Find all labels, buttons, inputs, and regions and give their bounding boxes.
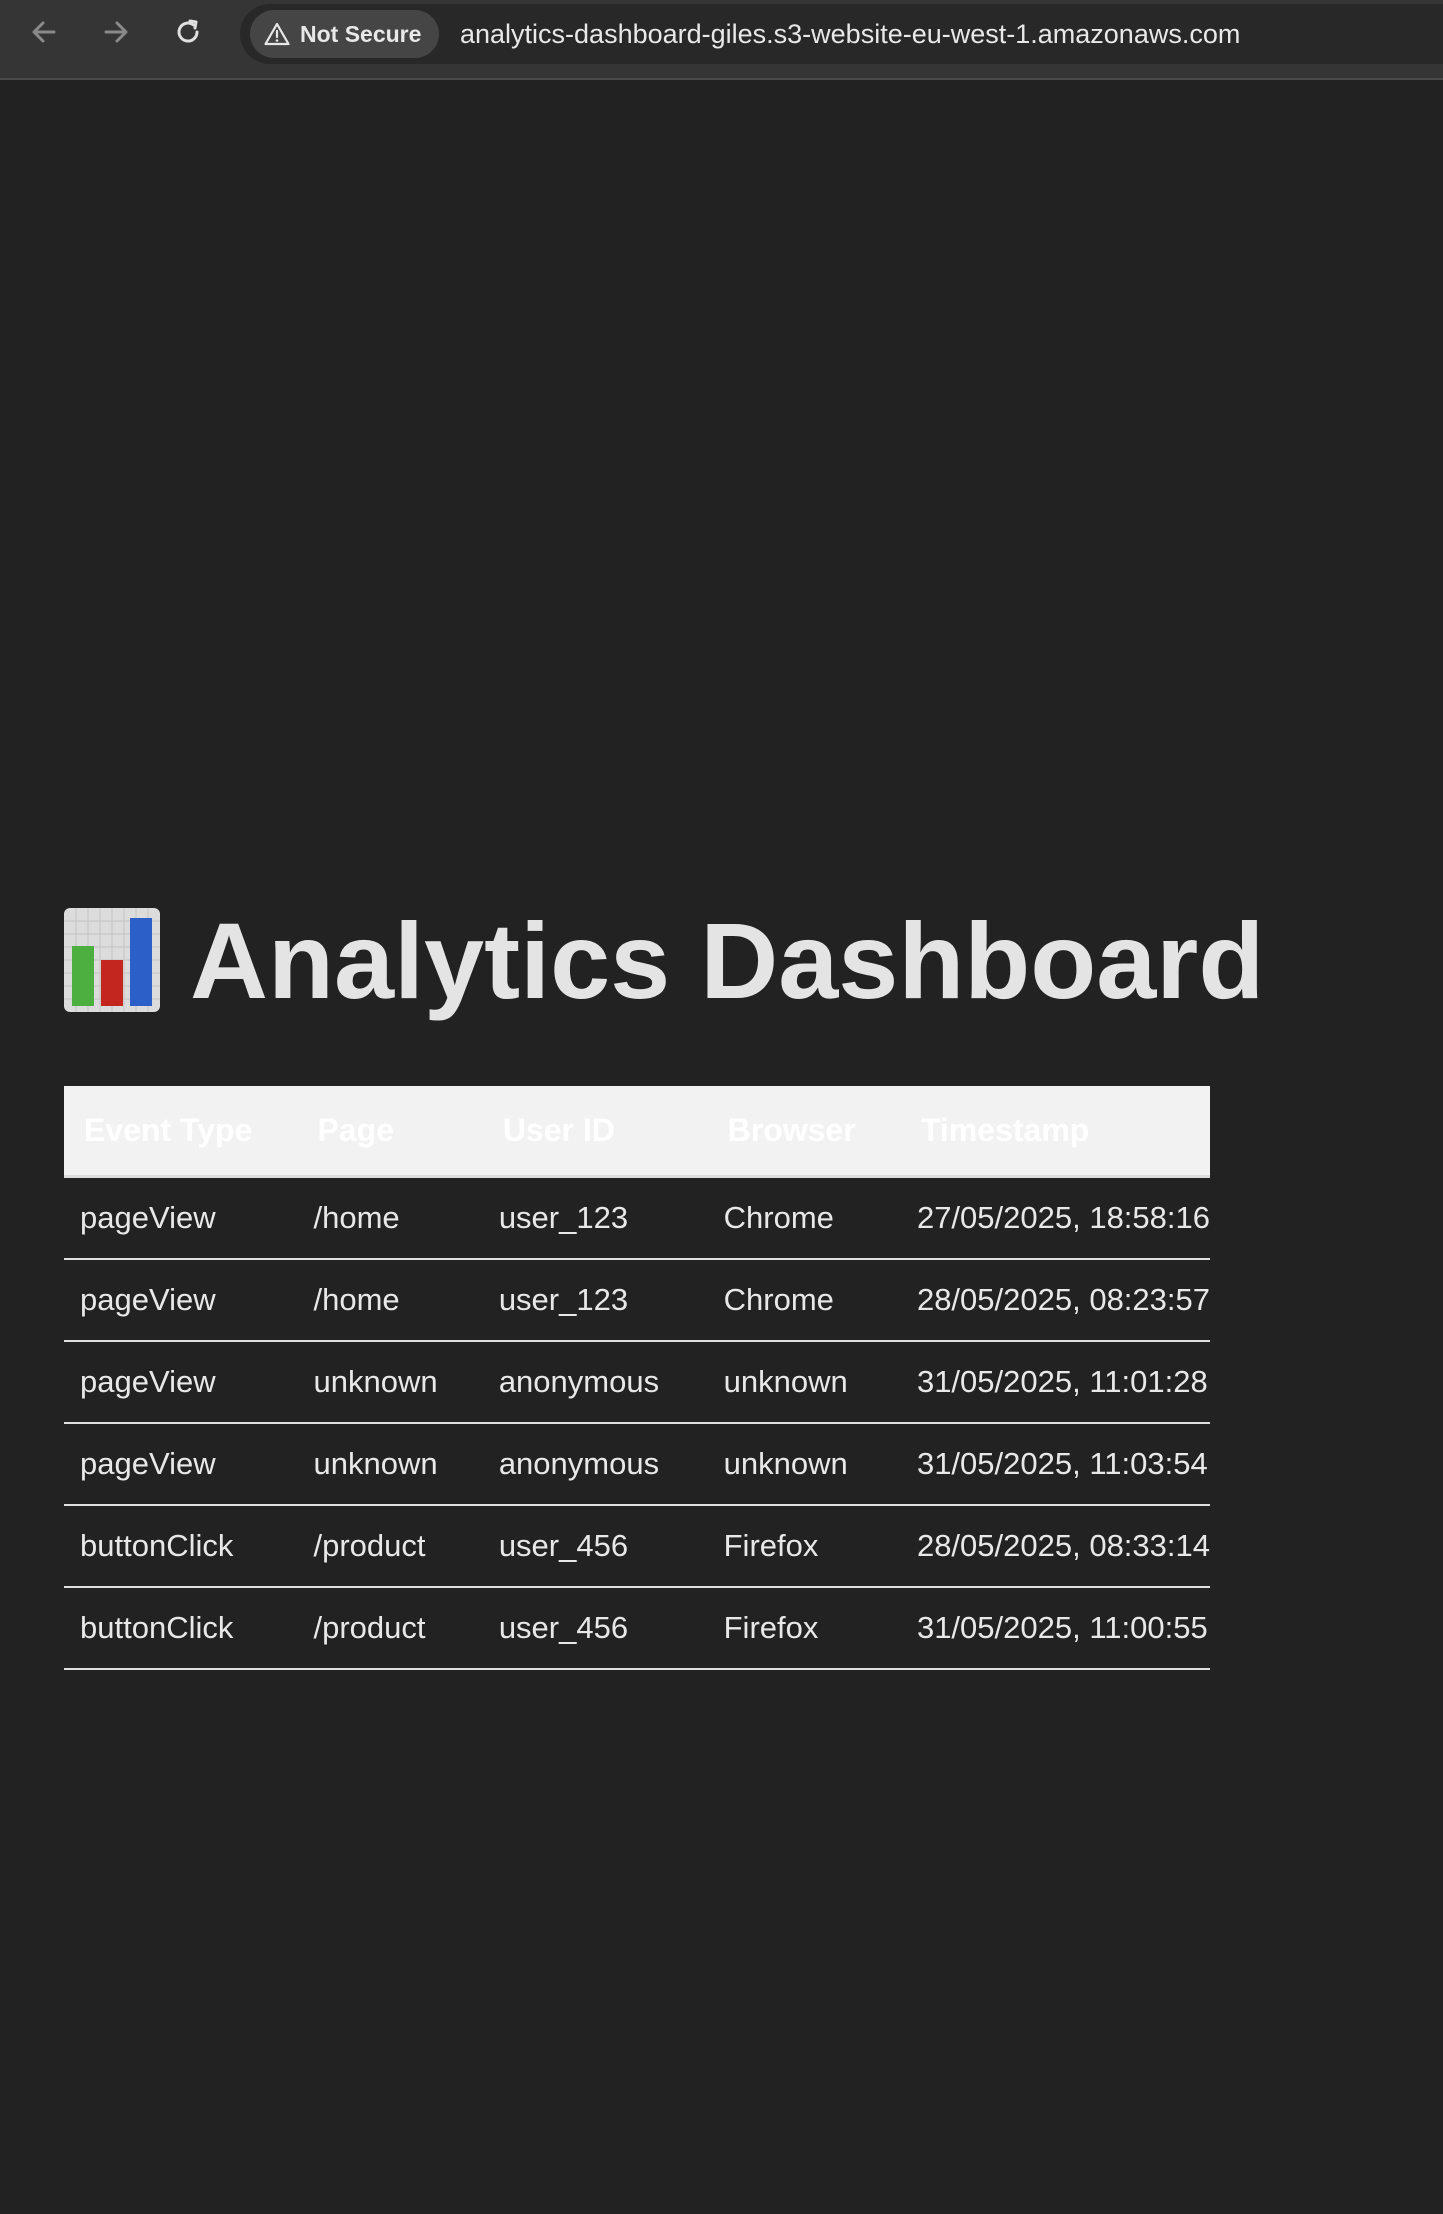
cell-user-id: anonymous <box>482 1340 708 1424</box>
cell-timestamp: 27/05/2025, 18:58:16 <box>900 1176 1210 1260</box>
back-arrow-icon <box>32 21 56 43</box>
reload-icon <box>177 19 199 43</box>
cell-timestamp: 28/05/2025, 08:33:14 <box>900 1504 1210 1588</box>
cell-page: unknown <box>297 1340 483 1424</box>
header-event-type[interactable]: Event Type <box>64 1086 298 1178</box>
page-title: Analytics Dashboard <box>64 899 1265 1021</box>
cell-event-type: buttonClick <box>64 1504 298 1588</box>
cell-browser: Chrome <box>707 1258 901 1342</box>
table-row: pageView unknown anonymous unknown 31/05… <box>64 1422 1210 1506</box>
table-row: pageView /home user_123 Chrome 28/05/202… <box>64 1258 1210 1342</box>
header-user-id[interactable]: User ID <box>482 1086 708 1178</box>
cell-page: /home <box>297 1176 483 1260</box>
table-row: buttonClick /product user_456 Firefox 28… <box>64 1504 1210 1588</box>
cell-user-id: user_123 <box>482 1176 708 1260</box>
cell-browser: Firefox <box>707 1586 901 1670</box>
table-header-row: Event Type Page User ID Browser Timestam… <box>64 1086 1210 1178</box>
cell-page: /home <box>297 1258 483 1342</box>
cell-user-id: user_456 <box>482 1504 708 1588</box>
security-indicator[interactable]: Not Secure <box>250 10 440 58</box>
url-text[interactable]: analytics-dashboard-giles.s3-website-eu-… <box>460 4 1240 64</box>
forward-arrow-icon <box>104 21 128 43</box>
header-timestamp[interactable]: Timestamp <box>900 1086 1210 1178</box>
cell-event-type: pageView <box>64 1176 298 1260</box>
cell-page: unknown <box>297 1422 483 1506</box>
cell-user-id: user_456 <box>482 1586 708 1670</box>
cell-page: /product <box>297 1586 483 1670</box>
cell-timestamp: 31/05/2025, 11:03:54 <box>900 1422 1210 1506</box>
cell-event-type: pageView <box>64 1258 298 1342</box>
address-bar[interactable]: Not Secure analytics-dashboard-giles.s3-… <box>240 4 1443 64</box>
table-row: buttonClick /product user_456 Firefox 31… <box>64 1586 1210 1670</box>
cell-browser: Firefox <box>707 1504 901 1588</box>
cell-timestamp: 31/05/2025, 11:01:28 <box>900 1340 1210 1424</box>
cell-user-id: user_123 <box>482 1258 708 1342</box>
cell-page: /product <box>297 1504 483 1588</box>
table-row: pageView unknown anonymous unknown 31/05… <box>64 1340 1210 1424</box>
cell-event-type: pageView <box>64 1340 298 1424</box>
cell-event-type: pageView <box>64 1422 298 1506</box>
cell-browser: unknown <box>707 1422 901 1506</box>
cell-timestamp: 31/05/2025, 11:00:55 <box>900 1586 1210 1670</box>
cell-user-id: anonymous <box>482 1422 708 1506</box>
back-button[interactable] <box>24 12 64 52</box>
header-page[interactable]: Page <box>297 1086 483 1178</box>
security-label: Not Secure <box>300 20 422 47</box>
header-browser[interactable]: Browser <box>707 1086 901 1178</box>
page-title-text: Analytics Dashboard <box>190 899 1265 1021</box>
cell-browser: unknown <box>707 1340 901 1424</box>
warning-triangle-icon <box>264 22 290 46</box>
reload-button[interactable] <box>168 12 208 52</box>
bar-chart-emoji-icon <box>64 908 160 1012</box>
cell-event-type: buttonClick <box>64 1586 298 1670</box>
browser-toolbar: Not Secure analytics-dashboard-giles.s3-… <box>0 0 1443 80</box>
forward-button[interactable] <box>96 12 136 52</box>
cell-timestamp: 28/05/2025, 08:23:57 <box>900 1258 1210 1342</box>
cell-browser: Chrome <box>707 1176 901 1260</box>
table-row: pageView /home user_123 Chrome 27/05/202… <box>64 1176 1210 1260</box>
events-table: Event Type Page User ID Browser Timestam… <box>64 1086 1210 1670</box>
